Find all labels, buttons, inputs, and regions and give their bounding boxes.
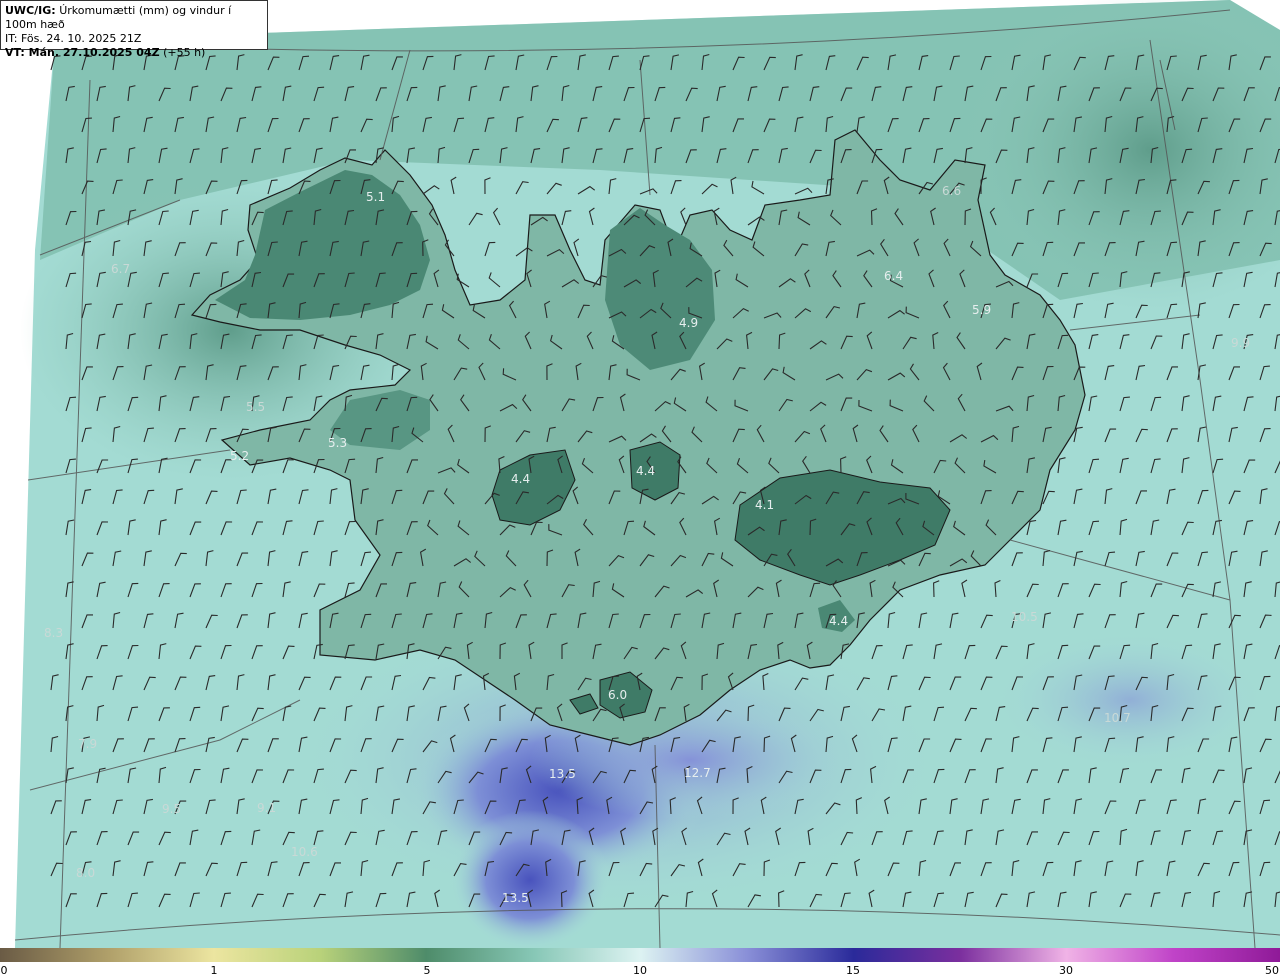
precip-value-label: 8.0	[76, 866, 96, 880]
precip-value-label: 4.9	[679, 316, 699, 330]
precip-value-label: 7.9	[78, 737, 98, 751]
title-line: UWC/IG: Úrkomumætti (mm) og vindur í 100…	[5, 4, 263, 32]
colorbar: 0 1 5 10 15 30 50	[0, 948, 1280, 978]
precip-value-label: 5.1	[366, 190, 386, 204]
precip-value-label: 5.3	[328, 436, 348, 450]
precip-value-label: 13.5	[502, 891, 529, 905]
lead-time: (+55 h)	[163, 46, 206, 59]
precip-value-label: 5.9	[972, 303, 992, 317]
precip-value-label: 6.6	[942, 184, 962, 198]
valid-time: VT: Mán. 27.10.2025 04Z	[5, 46, 160, 59]
colorbar-tick-label: 5	[423, 964, 431, 977]
precip-value-label: 6.7	[111, 262, 131, 276]
colorbar-tick-label: 10	[633, 964, 647, 977]
map-area: 5.1 6.7 6.6 6.4 5.9 4.9 9.9 5.5 5.3 5.2 4.4 4.4 4.1 1…	[0, 0, 1280, 948]
precip-value-label: 4.1	[755, 498, 775, 512]
precip-value-label: 12.7	[684, 766, 711, 780]
precip-value-label: 4.4	[511, 472, 531, 486]
colorbar-tick-label: 30	[1059, 964, 1073, 977]
precip-value-label: 4.4	[829, 614, 849, 628]
colorbar-gradient	[0, 948, 1280, 962]
valid-time-line: VT: Mán. 27.10.2025 04Z (+55 h)	[5, 46, 263, 60]
precip-value-label: 5.5	[246, 400, 266, 414]
colorbar-tick-label: 1	[210, 964, 218, 977]
colorbar-tick-label: 15	[846, 964, 860, 977]
precip-value-label: 9.1	[257, 801, 277, 815]
product-code: UWC/IG:	[5, 4, 56, 17]
precip-value-label: 9.5	[162, 802, 182, 816]
precip-value-label: 13.5	[549, 767, 576, 781]
precip-value-label: 6.0	[608, 688, 628, 702]
init-time: IT: Fös. 24. 10. 2025 21Z	[5, 32, 142, 45]
precip-value-label: 6.4	[884, 269, 904, 283]
colorbar-tick-label: 0	[0, 964, 8, 977]
colorbar-tick-label: 50	[1265, 964, 1279, 977]
precip-value-label: 10.7	[1104, 711, 1131, 725]
precip-value-label: 10.5	[1011, 610, 1038, 624]
precip-value-label: 5.2	[230, 449, 250, 463]
title-box: UWC/IG: Úrkomumætti (mm) og vindur í 100…	[0, 0, 268, 59]
precip-value-label: 4.4	[636, 464, 656, 478]
precip-value-label: 9.9	[1231, 336, 1251, 350]
precip-value-label: 8.3	[44, 626, 64, 640]
precip-value-label: 10.6	[291, 845, 318, 859]
